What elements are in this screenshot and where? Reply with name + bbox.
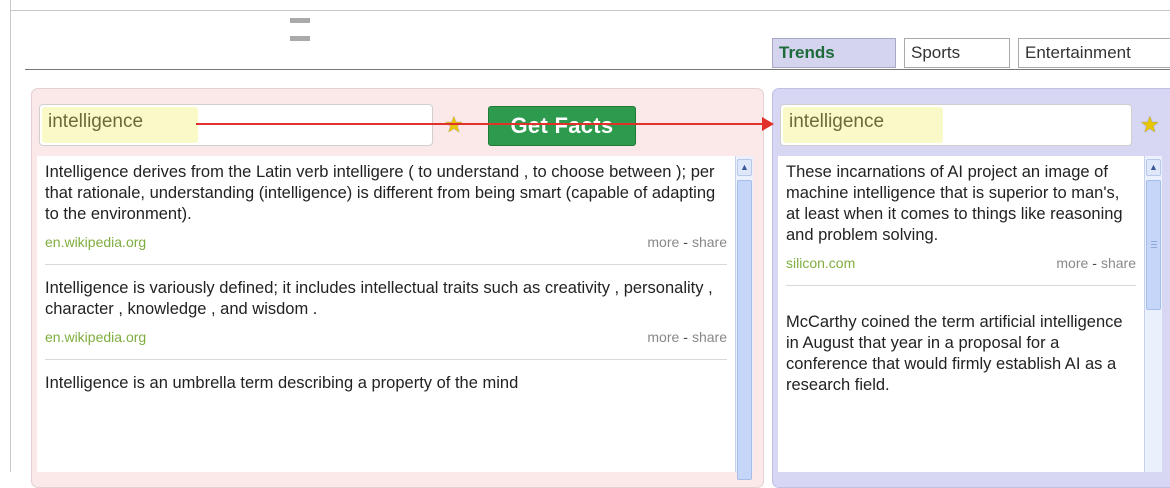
divider <box>45 359 727 360</box>
tab-sports[interactable]: Sports <box>904 38 1010 68</box>
list-item: These incarnations of AI project an imag… <box>786 163 1136 271</box>
right-search-query: intelligence <box>789 111 885 132</box>
more-link[interactable]: more <box>1056 255 1088 271</box>
scroll-thumb[interactable] <box>737 180 752 480</box>
left-facts-list[interactable]: Intelligence derives from the Latin verb… <box>37 156 735 472</box>
list-item: Intelligence is variously defined; it in… <box>45 279 727 345</box>
window-drag-handle[interactable] <box>290 10 345 41</box>
scroll-grip <box>1151 241 1157 242</box>
list-item: Intelligence derives from the Latin verb… <box>45 163 727 250</box>
star-icon[interactable]: ★ <box>444 114 464 136</box>
divider <box>786 285 1136 286</box>
list-item: McCarthy coined the term artificial inte… <box>778 312 1144 396</box>
query-arrow <box>196 123 768 125</box>
fact-source-link[interactable]: silicon.com <box>786 255 855 271</box>
get-facts-button[interactable]: Get Facts <box>488 106 636 146</box>
share-link[interactable]: share <box>692 234 727 250</box>
share-link[interactable]: share <box>692 329 727 345</box>
scroll-thumb[interactable] <box>1146 180 1161 310</box>
scroll-up-icon[interactable]: ▲ <box>737 159 752 176</box>
share-link[interactable]: share <box>1101 255 1136 271</box>
right-facts-list[interactable]: These incarnations of AI project an imag… <box>778 156 1144 472</box>
fact-source-link[interactable]: en.wikipedia.org <box>45 234 146 250</box>
fact-text: These incarnations of AI project an imag… <box>786 163 1123 244</box>
right-search-input[interactable]: intelligence <box>780 104 1132 146</box>
list-item: Intelligence is an umbrella term describ… <box>37 373 735 394</box>
more-link[interactable]: more <box>647 234 679 250</box>
scroll-grip <box>1151 244 1157 245</box>
tab-entertainment[interactable]: Entertainment <box>1018 38 1170 68</box>
right-scrollbar[interactable]: ▲ <box>1144 156 1162 472</box>
fact-text: McCarthy coined the term artificial inte… <box>786 313 1123 394</box>
fact-text: Intelligence derives from the Latin verb… <box>45 163 716 223</box>
left-search-query: intelligence <box>48 111 144 132</box>
left-search-input[interactable]: intelligence <box>39 104 433 146</box>
tab-bar-underline <box>25 69 1170 70</box>
fact-text: Intelligence is an umbrella term describ… <box>45 374 519 392</box>
frame-border-left <box>10 0 11 472</box>
fact-source-link[interactable]: en.wikipedia.org <box>45 329 146 345</box>
star-icon[interactable]: ★ <box>1140 114 1160 136</box>
frame-border-top <box>10 10 1170 11</box>
arrow-head-icon <box>762 117 774 131</box>
tab-trends[interactable]: Trends <box>772 38 896 68</box>
fact-text: Intelligence is variously defined; it in… <box>45 279 713 318</box>
left-scrollbar[interactable]: ▲ <box>735 156 753 480</box>
scroll-grip <box>1151 247 1157 248</box>
more-link[interactable]: more <box>647 329 679 345</box>
scroll-up-icon[interactable]: ▲ <box>1146 159 1161 176</box>
divider <box>45 264 727 265</box>
